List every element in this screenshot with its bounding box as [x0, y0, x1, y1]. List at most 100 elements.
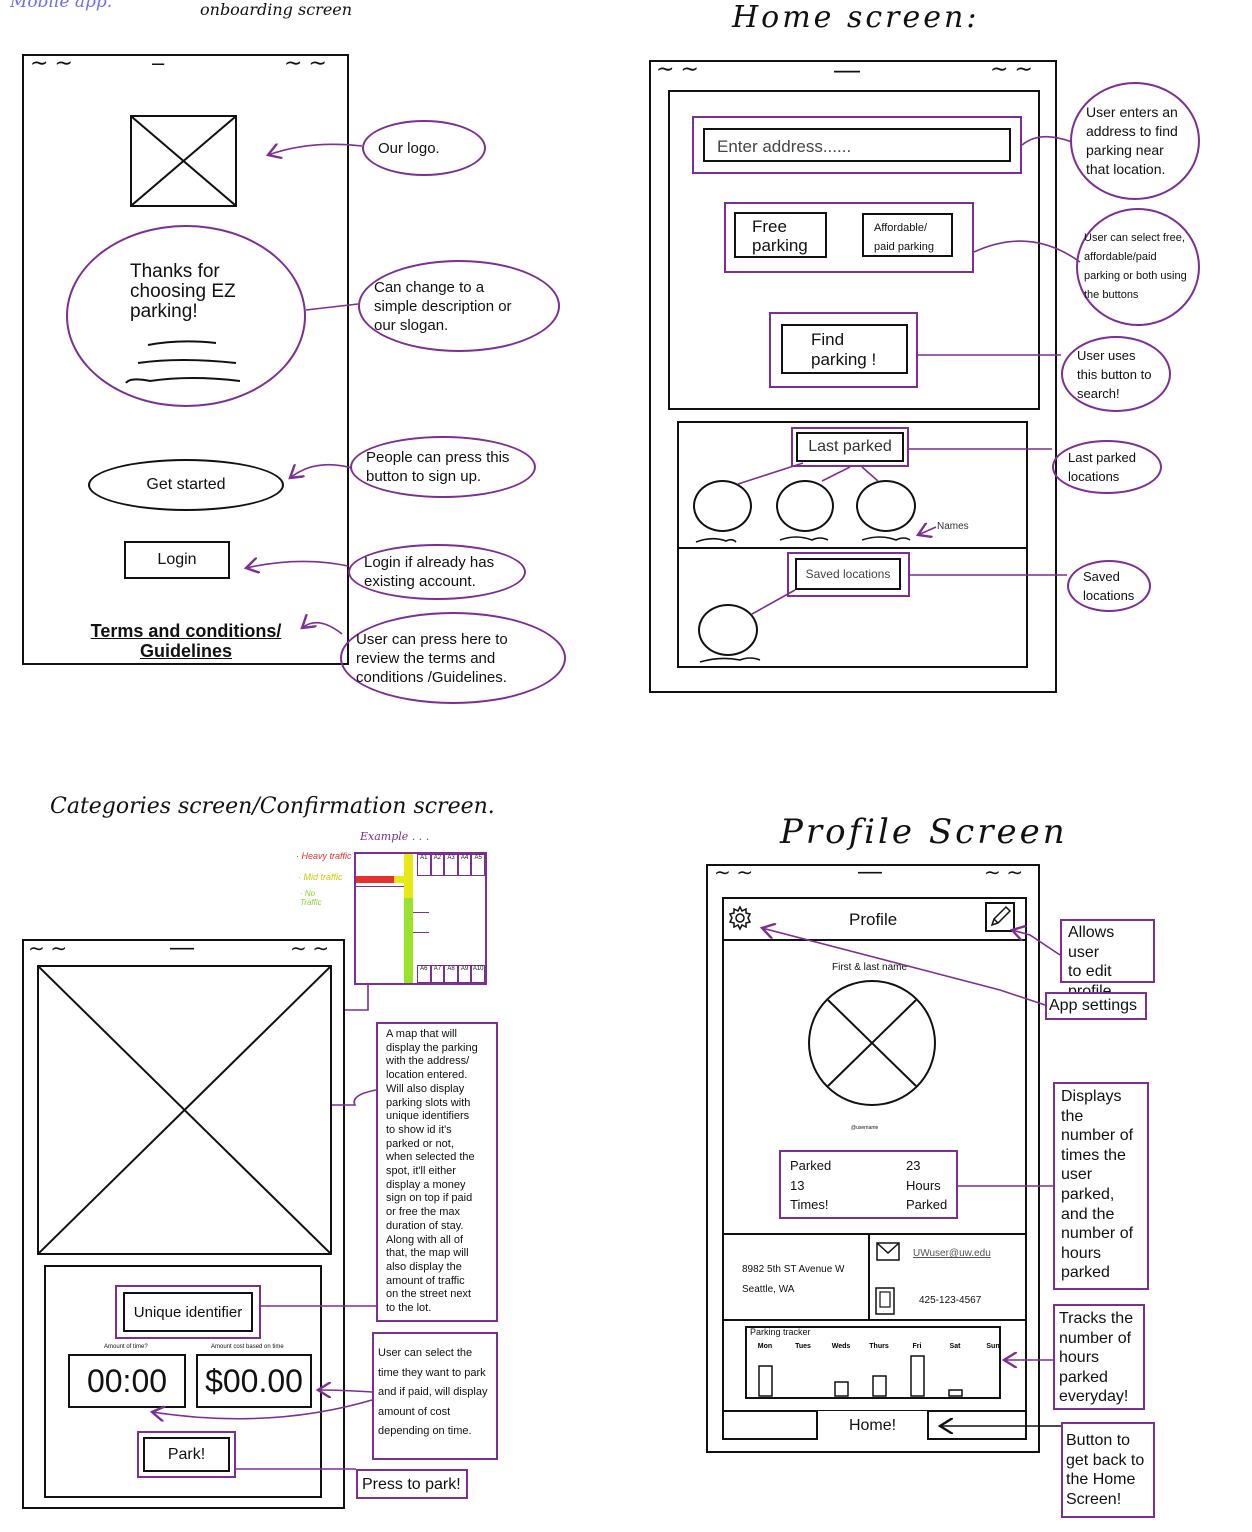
onboarding-status-marks-right: ∼ ∼	[284, 50, 327, 75]
categories-status-marks: ∼ ∼	[28, 938, 68, 960]
welcome-text: Thanks for choosing EZ parking!	[130, 261, 236, 322]
home-button-label: Home!	[848, 1416, 897, 1434]
phone-icon	[875, 1287, 895, 1315]
legend-mid: · Mid traffic	[298, 872, 343, 882]
saved-locations-tab[interactable]: Saved locations	[795, 558, 901, 590]
note-edit-profile: Allows user to edit profile	[1060, 919, 1155, 1000]
home-heading: Home screen:	[732, 0, 980, 35]
time-value: 00:00	[86, 1362, 168, 1399]
profile-heading: Profile Screen	[780, 812, 1068, 852]
home-status-marks: ∼ ∼	[656, 56, 699, 81]
avatar-placeholder[interactable]	[808, 980, 936, 1106]
tracker-bar-thurs	[872, 1375, 887, 1397]
slot-a9[interactable]: A9	[457, 965, 472, 983]
last-parked-location-3[interactable]	[856, 480, 916, 532]
profile-header-divider	[723, 939, 1026, 941]
example-map: A1 A2 A3 A4 A5 A6 A7 A8 A9 A10	[354, 852, 487, 985]
slot-a5[interactable]: A5	[471, 854, 485, 876]
note-address: User enters an address to find parking n…	[1070, 82, 1200, 200]
slot-a8[interactable]: A8	[444, 965, 458, 983]
profile-status-notch: —	[858, 858, 882, 885]
legend-heavy: · Heavy traffic	[296, 851, 352, 861]
profile-status-marks: ∼ ∼	[714, 862, 754, 884]
free-parking-label: Free parking	[752, 217, 808, 255]
road-horizontal-mid-traffic	[394, 876, 408, 883]
note-map: A map that will display the parking with…	[376, 1022, 498, 1322]
saved-location-1[interactable]	[698, 604, 758, 656]
unique-identifier-field: Unique identifier	[123, 1292, 253, 1332]
cost-label: Amount cost based on time	[211, 1344, 284, 1350]
categories-heading: Categories screen/Confirmation screen.	[50, 794, 495, 819]
note-terms: User can press here to review the terms …	[340, 612, 566, 704]
tracker-day-sat: Sat	[950, 1343, 962, 1350]
tracker-title: Parking tracker	[750, 1327, 811, 1337]
home-status-notch: —	[834, 54, 860, 84]
parking-map-placeholder[interactable]	[37, 965, 332, 1255]
get-started-button[interactable]: Get started	[88, 459, 284, 511]
home-status-marks-right: ∼ ∼	[990, 56, 1033, 81]
slot-a3[interactable]: A3	[444, 854, 458, 876]
mail-icon	[876, 1242, 900, 1262]
road-horizontal-heavy-traffic	[356, 876, 396, 883]
note-stats: Displays the number of times the user pa…	[1053, 1082, 1149, 1290]
address-input[interactable]: Enter address......	[703, 128, 1011, 162]
cost-display: $00.00	[196, 1354, 312, 1408]
note-filters: User can select free, affordable/paid pa…	[1076, 208, 1200, 326]
slot-a1[interactable]: A1	[417, 854, 431, 876]
affordable-parking-button[interactable]: Affordable/ paid parking	[862, 213, 953, 257]
edit-profile-icon[interactable]	[985, 902, 1015, 932]
profile-phone: 425-123-4567	[919, 1295, 982, 1306]
welcome-scribbles	[125, 340, 240, 384]
legend-none: · No Traffic	[300, 889, 322, 907]
slot-a10[interactable]: A10	[471, 965, 485, 983]
last-parked-location-1[interactable]	[693, 480, 752, 532]
tracker-bar-mon	[758, 1365, 773, 1397]
terms-link[interactable]: Terms and conditions/ Guidelines	[70, 621, 302, 661]
find-parking-label: Find parking !	[811, 330, 877, 369]
last-parked-location-2[interactable]	[776, 480, 834, 532]
note-logo: Our logo.	[362, 120, 486, 176]
note-park: Press to park!	[356, 1469, 468, 1499]
free-parking-button[interactable]: Free parking	[734, 212, 827, 258]
contact-divider-top	[723, 1233, 1026, 1235]
profile-name: First & last name	[832, 962, 908, 973]
park-button[interactable]: Park!	[143, 1437, 230, 1472]
last-parked-tab[interactable]: Last parked	[796, 432, 904, 462]
tracker-day-weds: Weds	[832, 1343, 851, 1350]
tracker-day-mon: Mon	[758, 1343, 772, 1350]
tracker-bar-weds	[834, 1381, 849, 1397]
find-parking-button[interactable]: Find parking !	[781, 324, 908, 374]
time-selector[interactable]: 00:00	[68, 1354, 186, 1408]
slot-a6[interactable]: A6	[417, 965, 431, 983]
note-find: User uses this button to search!	[1061, 336, 1171, 412]
tracker-day-sun: Sun	[986, 1343, 999, 1350]
corner-heading: Mobile app.	[10, 0, 113, 12]
contact-divider-bottom	[723, 1319, 1026, 1321]
slot-a2[interactable]: A2	[430, 854, 445, 876]
login-button[interactable]: Login	[124, 541, 230, 579]
hours-parked: 23 Hours Parked	[906, 1158, 948, 1212]
note-slogan: Can change to a simple description or ou…	[358, 260, 560, 352]
parked-count: Parked 13 Times!	[790, 1158, 832, 1212]
note-app-settings: App settings	[1045, 992, 1147, 1020]
note-time: User can select the time they want to pa…	[372, 1332, 498, 1460]
profile-address: 8982 5th ST Avenue W Seattle, WA	[742, 1264, 845, 1295]
note-home-button: Button to get back to the Home Screen!	[1061, 1422, 1155, 1518]
note-saved: Saved locations	[1067, 560, 1151, 612]
slot-a4[interactable]: A4	[457, 854, 472, 876]
settings-gear-icon[interactable]	[727, 905, 753, 931]
map-tick-2	[413, 932, 429, 933]
home-lists-divider	[678, 547, 1027, 549]
last-parked-label: Last parked	[808, 438, 892, 455]
note-login: Login if already has existing account.	[348, 544, 526, 600]
slot-a7[interactable]: A7	[430, 965, 445, 983]
slot-row-bottom: A6 A7 A8 A9 A10	[417, 965, 485, 983]
names-label: Names	[937, 521, 969, 532]
logo-placeholder-image	[130, 115, 237, 207]
park-label: Park!	[167, 1445, 206, 1463]
home-button[interactable]: Home!	[816, 1411, 929, 1440]
contact-divider-mid	[868, 1234, 870, 1320]
profile-email: UWuser@uw.edu	[913, 1248, 991, 1259]
example-label: Example . . .	[360, 830, 430, 843]
profile-status-marks-right: ∼ ∼	[984, 862, 1024, 884]
